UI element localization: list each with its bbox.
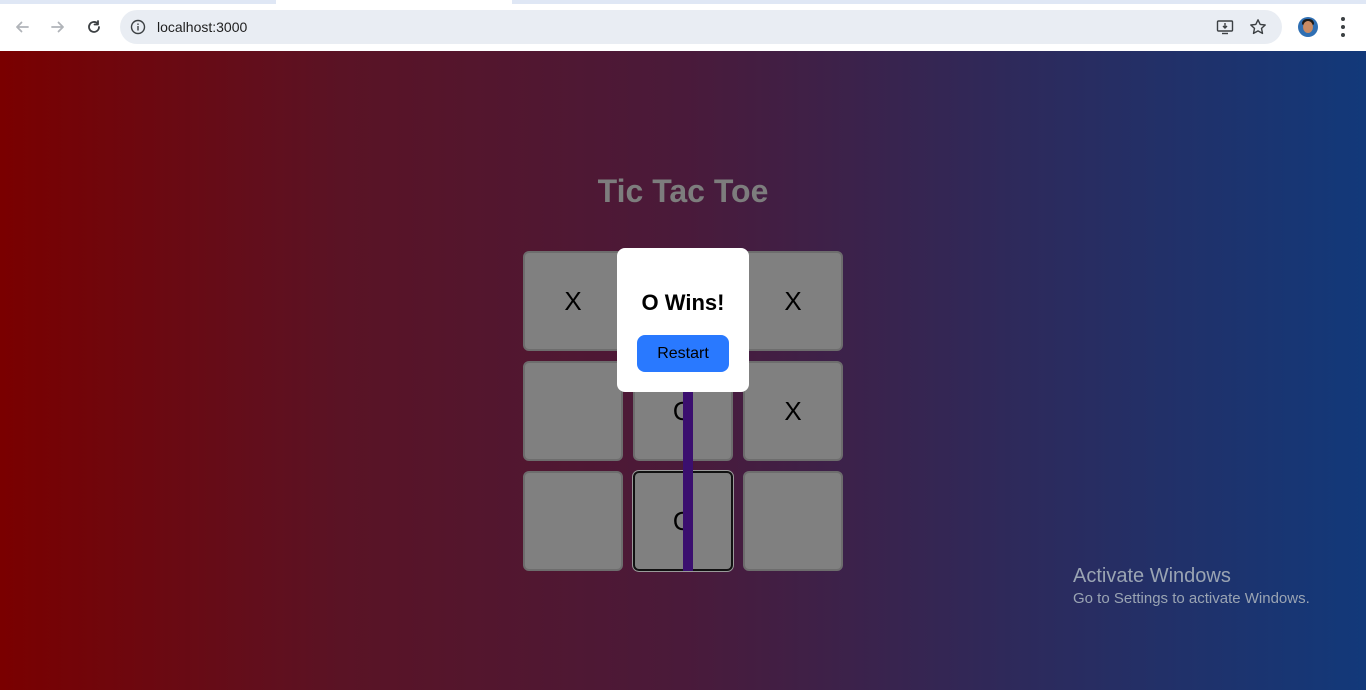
restart-button[interactable]: Restart <box>637 335 729 372</box>
winner-modal: O Wins! Restart <box>617 248 749 392</box>
back-icon <box>16 21 29 33</box>
board-cell-8[interactable] <box>743 471 843 571</box>
reload-button[interactable] <box>82 15 106 39</box>
profile-avatar[interactable] <box>1298 17 1318 37</box>
forward-button[interactable] <box>46 15 70 39</box>
back-button[interactable] <box>10 15 34 39</box>
board-cell-6[interactable] <box>523 471 623 571</box>
site-info-icon[interactable] <box>130 19 146 35</box>
address-bar[interactable]: localhost:3000 <box>120 10 1282 44</box>
winner-message: O Wins! <box>641 290 725 315</box>
board-cell-0[interactable]: X <box>523 251 623 351</box>
board-cell-2[interactable]: X <box>743 251 843 351</box>
browser-toolbar: localhost:3000 <box>0 0 1366 52</box>
install-app-button[interactable] <box>1216 18 1234 36</box>
watermark-subtitle: Go to Settings to activate Windows. <box>1073 590 1310 607</box>
windows-activation-watermark: Activate Windows Go to Settings to activ… <box>1073 565 1310 608</box>
reload-icon <box>88 20 100 33</box>
watermark-title: Activate Windows <box>1073 565 1231 587</box>
page-title: Tic Tac Toe <box>597 173 769 209</box>
bookmark-button[interactable] <box>1249 18 1267 36</box>
active-tab[interactable] <box>276 0 512 4</box>
board-cell-5[interactable]: X <box>743 361 843 461</box>
install-app-icon <box>1216 20 1234 35</box>
bookmark-star-icon <box>1250 19 1266 35</box>
url-text[interactable]: localhost:3000 <box>157 19 247 35</box>
more-options-icon[interactable] <box>1335 17 1351 37</box>
forward-icon <box>51 21 64 33</box>
tab-strip <box>0 0 1366 4</box>
board-cell-3[interactable] <box>523 361 623 461</box>
